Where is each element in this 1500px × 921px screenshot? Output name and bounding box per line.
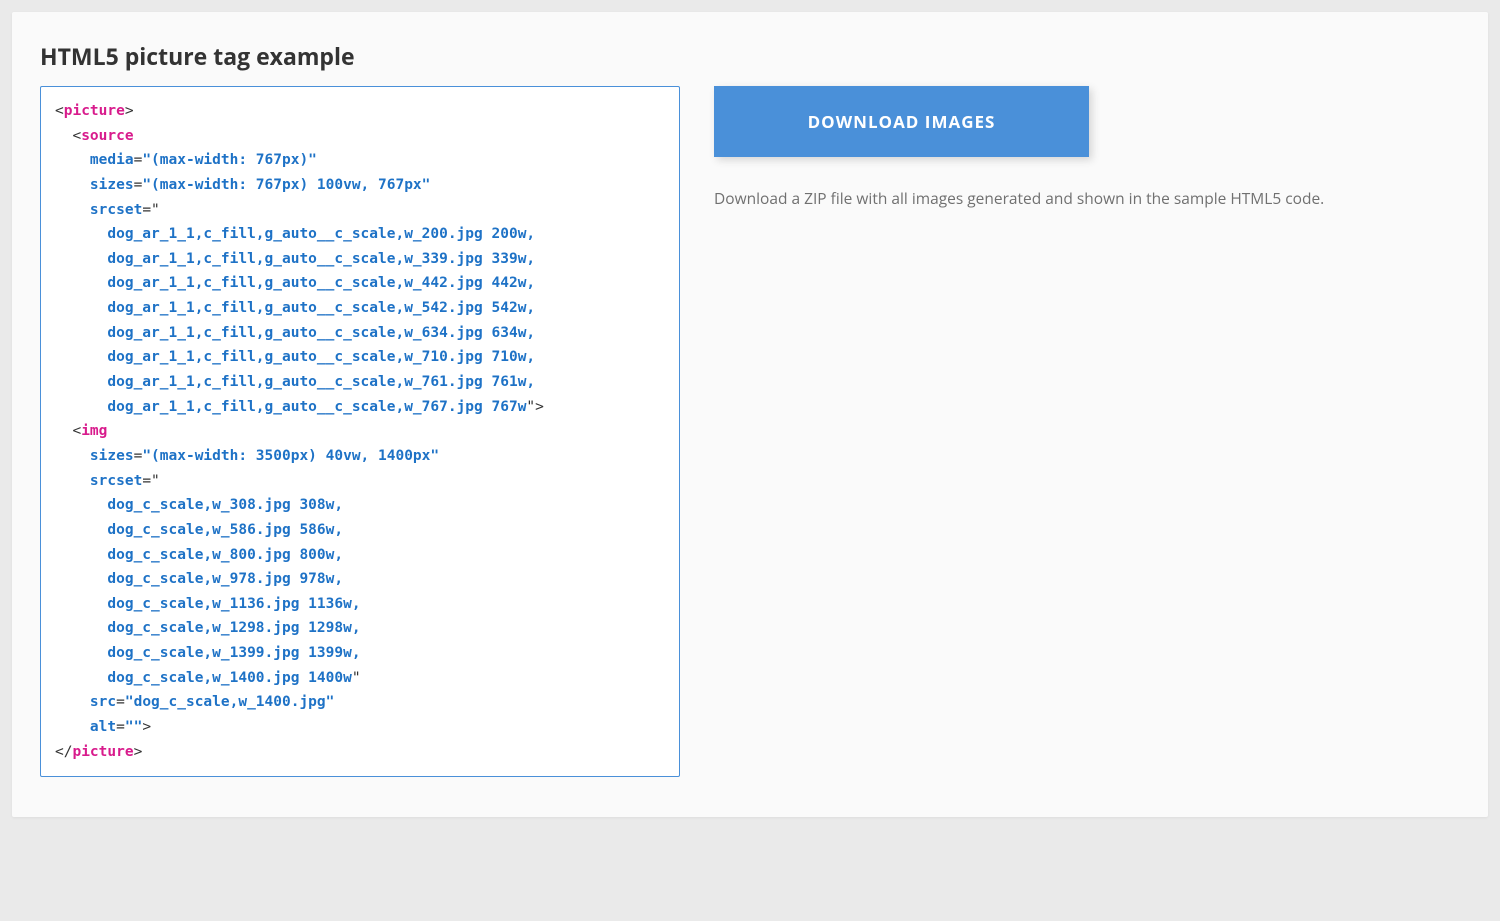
srcset-line: dog_ar_1_1,c_fill,g_auto__c_scale,w_542.… xyxy=(107,300,535,316)
srcset-line: dog_ar_1_1,c_fill,g_auto__c_scale,w_761.… xyxy=(107,374,535,390)
download-description: Download a ZIP file with all images gene… xyxy=(714,185,1454,211)
section-title: HTML5 picture tag example xyxy=(40,40,1460,72)
img-srcset-line: dog_c_scale,w_1399.jpg 1399w, xyxy=(107,645,360,661)
download-column: DOWNLOAD IMAGES Download a ZIP file with… xyxy=(714,86,1460,211)
srcset-line-last: dog_ar_1_1,c_fill,g_auto__c_scale,w_767.… xyxy=(107,399,526,415)
img-srcset-line: dog_c_scale,w_800.jpg 800w, xyxy=(107,547,343,563)
tag-picture-open: picture xyxy=(64,103,125,119)
content-columns: <picture> <source media="(max-width: 767… xyxy=(40,86,1460,777)
attr-img-sizes: sizes xyxy=(90,448,134,464)
code-sample: <picture> <source media="(max-width: 767… xyxy=(40,86,680,777)
img-srcset-line: dog_c_scale,w_308.jpg 308w, xyxy=(107,497,343,513)
img-srcset-open: =" xyxy=(142,473,159,489)
val-sizes: "(max-width: 767px) 100vw, 767px" xyxy=(142,177,430,193)
attr-media: media xyxy=(90,152,134,168)
tag-source: source xyxy=(81,128,133,144)
srcset-line: dog_ar_1_1,c_fill,g_auto__c_scale,w_634.… xyxy=(107,325,535,341)
srcset-line: dog_ar_1_1,c_fill,g_auto__c_scale,w_200.… xyxy=(107,226,535,242)
srcset-open: =" xyxy=(142,202,159,218)
attr-src: src xyxy=(90,694,116,710)
img-srcset-line: dog_c_scale,w_1136.jpg 1136w, xyxy=(107,596,360,612)
val-alt: "" xyxy=(125,719,142,735)
tag-picture-close: picture xyxy=(72,744,133,760)
srcset-line: dog_ar_1_1,c_fill,g_auto__c_scale,w_442.… xyxy=(107,275,535,291)
download-images-button[interactable]: DOWNLOAD IMAGES xyxy=(714,86,1089,157)
val-src: "dog_c_scale,w_1400.jpg" xyxy=(125,694,335,710)
attr-sizes: sizes xyxy=(90,177,134,193)
attr-alt: alt xyxy=(90,719,116,735)
attr-img-srcset: srcset xyxy=(90,473,142,489)
img-srcset-close: " xyxy=(352,670,361,686)
example-card: HTML5 picture tag example <picture> <sou… xyxy=(12,12,1488,817)
img-srcset-line: dog_c_scale,w_978.jpg 978w, xyxy=(107,571,343,587)
img-srcset-line: dog_c_scale,w_1298.jpg 1298w, xyxy=(107,620,360,636)
srcset-line: dog_ar_1_1,c_fill,g_auto__c_scale,w_339.… xyxy=(107,251,535,267)
srcset-line: dog_ar_1_1,c_fill,g_auto__c_scale,w_710.… xyxy=(107,349,535,365)
srcset-close: "> xyxy=(526,399,543,415)
img-srcset-line-last: dog_c_scale,w_1400.jpg 1400w xyxy=(107,670,351,686)
val-media: "(max-width: 767px)" xyxy=(142,152,317,168)
code-column: <picture> <source media="(max-width: 767… xyxy=(40,86,680,777)
val-img-sizes: "(max-width: 3500px) 40vw, 1400px" xyxy=(142,448,439,464)
attr-srcset: srcset xyxy=(90,202,142,218)
img-srcset-line: dog_c_scale,w_586.jpg 586w, xyxy=(107,522,343,538)
tag-img: img xyxy=(81,423,107,439)
